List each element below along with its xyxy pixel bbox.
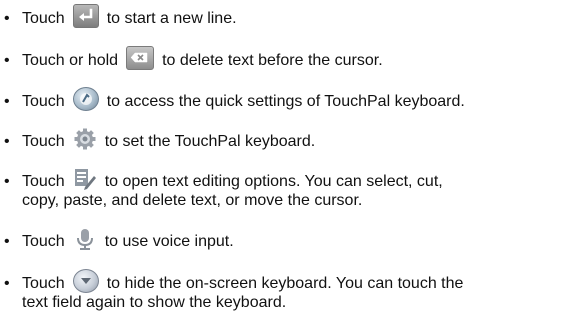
bullet: • xyxy=(4,233,10,250)
mic-icon xyxy=(73,228,97,250)
list-item-text: Touch to use voice input. xyxy=(22,228,578,250)
item-lead-text: Touch xyxy=(22,173,65,191)
item-trail-text: to delete text before the cursor. xyxy=(162,52,383,70)
bullet: • xyxy=(4,10,10,27)
item-trail-text: to set the TouchPal keyboard. xyxy=(104,133,316,150)
item-lead-text: Touch xyxy=(22,275,65,293)
item-lead-text: Touch or hold xyxy=(22,52,119,70)
item-trail-text: to open text editing options. You can se… xyxy=(104,173,443,191)
bullet: • xyxy=(4,93,10,110)
item-trail-text-line2: text field again to show the keyboard. xyxy=(22,294,287,311)
item-lead-text: Touch xyxy=(22,133,65,150)
item-trail-text: to use voice input. xyxy=(104,233,234,250)
backspace-icon xyxy=(126,46,155,70)
list-item-text: Touch or hold to delete text before the … xyxy=(22,46,578,70)
quick-settings-icon xyxy=(72,87,99,111)
hide-keyboard-icon xyxy=(72,269,99,293)
item-lead-text: Touch xyxy=(22,10,65,28)
gear-icon xyxy=(73,128,97,150)
item-trail-text: to hide the on-screen keyboard. You can … xyxy=(106,275,464,293)
list-item-text: Touch to open text editing options. You … xyxy=(22,169,578,209)
list-item-text: Touch to access the quick settings of To… xyxy=(22,87,578,111)
item-trail-text: to access the quick settings of TouchPal… xyxy=(106,93,465,111)
item-lead-text: Touch xyxy=(22,233,65,250)
text-edit-icon xyxy=(73,167,97,191)
item-trail-text-line2: copy, paste, and delete text, or move th… xyxy=(22,192,363,209)
item-trail-text: to start a new line. xyxy=(106,10,237,28)
list-item-text: Touch to set the TouchPal keyboard. xyxy=(22,128,578,150)
enter-icon xyxy=(72,4,99,28)
item-lead-text: Touch xyxy=(22,93,65,111)
bullet: • xyxy=(4,133,10,150)
list-item-text: Touch to start a new line. xyxy=(22,4,578,28)
bullet: • xyxy=(4,52,10,69)
list-item-text: Touch to hide the on-screen keyboard. Yo… xyxy=(22,269,578,311)
bullet: • xyxy=(4,275,10,292)
bullet: • xyxy=(4,173,10,190)
